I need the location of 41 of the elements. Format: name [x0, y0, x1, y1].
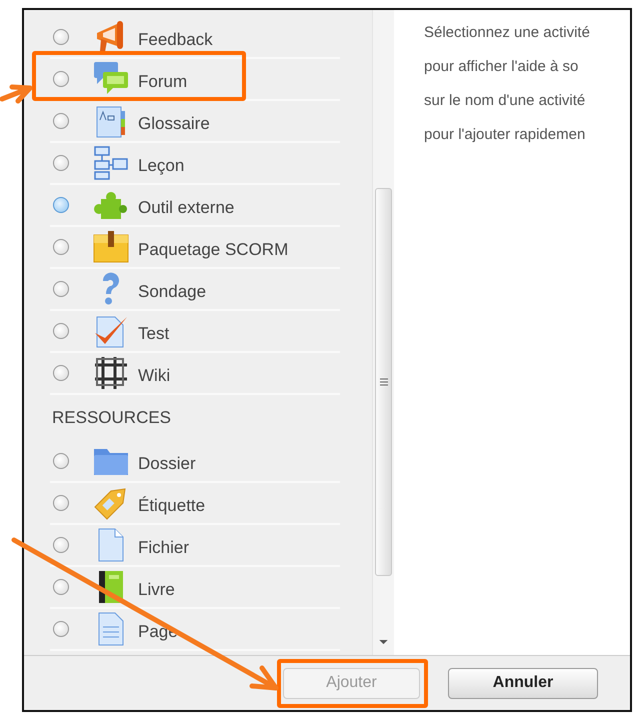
grip-icon	[380, 378, 388, 386]
activity-label[interactable]: Dossier	[138, 448, 196, 474]
radio-button[interactable]	[53, 495, 69, 511]
radio-button[interactable]	[53, 579, 69, 595]
section-heading: RESSOURCES	[52, 407, 172, 429]
radio-button[interactable]	[53, 537, 69, 553]
radio-button[interactable]	[53, 113, 69, 129]
activity-label[interactable]: Sondage	[138, 276, 206, 302]
activity-label[interactable]: Paquetage SCORM	[138, 234, 288, 260]
help-text: sur le nom d'une activité	[424, 91, 586, 111]
scroll-down-icon[interactable]	[379, 640, 388, 645]
box-icon	[93, 229, 129, 265]
activity-label[interactable]: Outil externe	[138, 192, 234, 218]
help-text: Sélectionnez une activité	[424, 23, 591, 43]
scrollbar[interactable]	[372, 10, 394, 655]
radio-button[interactable]	[53, 155, 69, 171]
activity-label[interactable]: Forum	[138, 66, 188, 92]
dialog-button[interactable]: Annuler	[448, 668, 598, 698]
radio-button[interactable]	[53, 453, 69, 469]
flowchart-icon	[93, 145, 129, 181]
radio-button[interactable]	[53, 365, 69, 381]
annotation-arrow	[0, 84, 32, 104]
radio-button[interactable]	[53, 29, 69, 45]
activity-label[interactable]: Étiquette	[138, 490, 206, 516]
activity-label[interactable]: Wiki	[138, 360, 170, 386]
activity-label[interactable]: Fichier	[138, 532, 190, 558]
radio-button[interactable]	[53, 281, 69, 297]
activity-label[interactable]: Leçon	[138, 150, 184, 176]
help-text: pour l'ajouter rapidemen	[424, 125, 586, 145]
activity-label[interactable]: Feedback	[138, 24, 213, 50]
chat-bubbles-icon	[93, 61, 129, 97]
radio-button[interactable]	[53, 323, 69, 339]
help-text: pour afficher l'aide à so	[424, 57, 580, 77]
knot-icon	[93, 355, 129, 391]
activity-label[interactable]: Test	[138, 318, 170, 344]
radio-button[interactable]	[53, 239, 69, 255]
activity-label[interactable]: Glossaire	[138, 108, 210, 134]
radio-button[interactable]	[53, 71, 69, 87]
radio-button[interactable]	[53, 197, 69, 213]
activity-label[interactable]: Livre	[138, 574, 175, 600]
radio-button[interactable]	[53, 621, 69, 637]
